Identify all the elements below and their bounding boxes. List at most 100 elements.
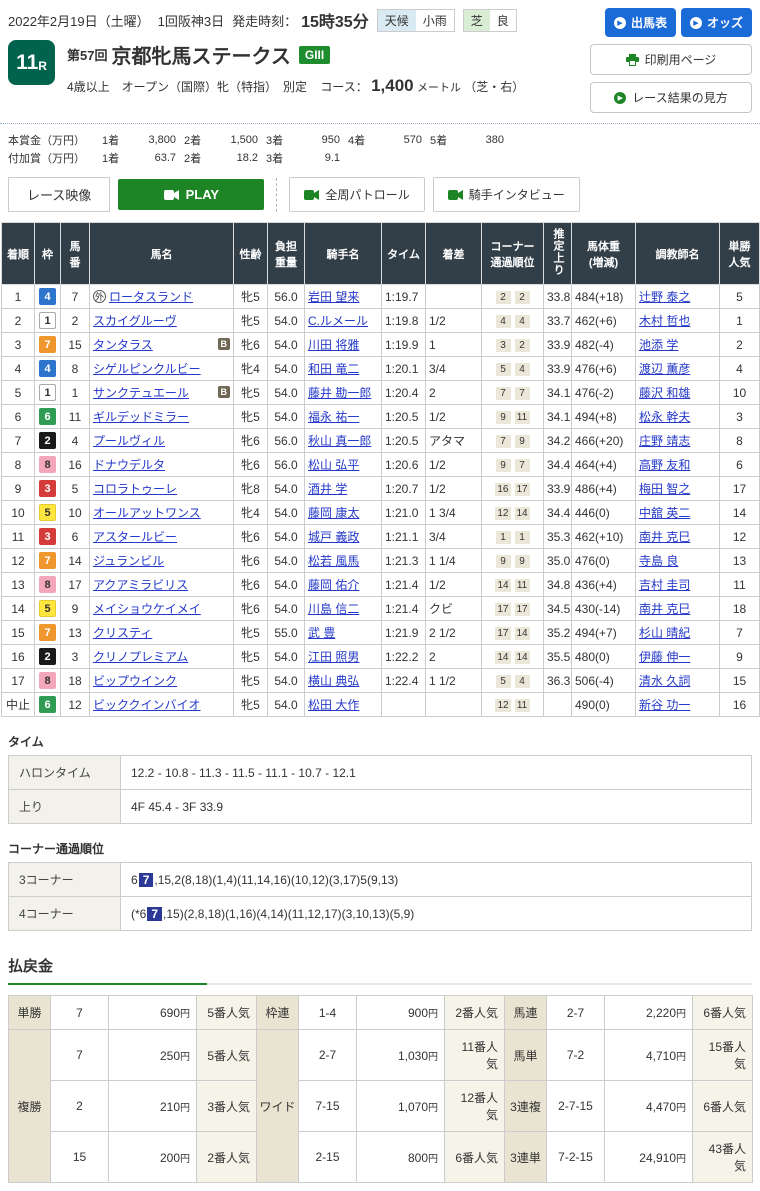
sex-age: 牝5 (233, 404, 268, 429)
video-camera-icon (447, 189, 463, 200)
payout-amount: 2,220円 (604, 995, 693, 1030)
corner-positions: 99 (481, 548, 544, 573)
jockey-link[interactable]: 和田 竜二 (308, 362, 359, 376)
horse-name-link[interactable]: ビッククインバイオ (93, 698, 201, 712)
play-button[interactable]: PLAY (118, 179, 265, 210)
trainer-link[interactable]: 南井 克巳 (639, 530, 690, 544)
results-col-header: 推定上り (543, 222, 572, 285)
jockey-cell: 和田 竜二 (304, 356, 382, 381)
corner3-position: 5 (495, 675, 511, 688)
jockey-link[interactable]: 岩田 望来 (308, 290, 359, 304)
horse-name-link[interactable]: スカイグルーヴ (93, 314, 177, 328)
jockey-link[interactable]: 秋山 真一郎 (308, 434, 371, 448)
jockey-link[interactable]: 武 豊 (308, 626, 335, 640)
corner3-position: 1 (495, 531, 511, 544)
horse-name-link[interactable]: サンクテュエール (93, 386, 189, 400)
win-popularity: 14 (719, 500, 760, 525)
horse-name-link[interactable]: オールアットワンス (93, 506, 201, 520)
jockey-link[interactable]: 藤岡 佑介 (308, 578, 359, 592)
trainer-link[interactable]: 伊藤 伸一 (639, 650, 690, 664)
waku-badge: 2 (39, 648, 56, 665)
horse-name-link[interactable]: ジュランビル (93, 554, 164, 568)
last-3f-time: 33.9 (543, 332, 572, 357)
trainer-link[interactable]: 吉村 圭司 (639, 578, 690, 592)
trainer-link[interactable]: 渡辺 薫彦 (639, 362, 690, 376)
jockey-link[interactable]: 川島 信二 (308, 602, 359, 616)
jockey-link[interactable]: 藤井 勘一郎 (308, 386, 371, 400)
waku-cell: 5 (34, 500, 61, 525)
horse-name-link[interactable]: コロラトゥーレ (93, 482, 177, 496)
horse-name-link[interactable]: クリノプレミアム (93, 650, 188, 664)
horse-name-link[interactable]: タンタラス (93, 338, 153, 352)
bet-type-label: 単勝 (8, 995, 51, 1030)
trainer-link[interactable]: 新谷 功一 (639, 698, 690, 712)
horse-name-link[interactable]: メイショウケイメイ (93, 602, 201, 616)
jockey-link[interactable]: 川田 将雅 (308, 338, 359, 352)
finish-position: 6 (1, 404, 35, 429)
patrol-video-label: 全周パトロール (325, 188, 410, 202)
blinker-badge: B (217, 386, 230, 398)
trainer-link[interactable]: 松永 幹夫 (639, 410, 690, 424)
results-guide-button[interactable]: ▶ レース結果の見方 (590, 82, 752, 113)
waku-cell: 8 (34, 668, 61, 693)
jockey-link[interactable]: 松田 大作 (308, 698, 359, 712)
trainer-link[interactable]: 中舘 英二 (639, 506, 690, 520)
jockey-link[interactable]: 藤岡 康太 (308, 506, 359, 520)
corner3-position: 9 (495, 459, 511, 472)
finish-position: 13 (1, 572, 35, 597)
horse-name-link[interactable]: アクアミラビリス (93, 578, 188, 592)
jockey-interview-button[interactable]: 騎手インタビュー (432, 177, 580, 212)
horse-name-link[interactable]: ドナウデルタ (93, 458, 165, 472)
horse-name-link[interactable]: アスタールビー (93, 530, 177, 544)
trainer-link[interactable]: 寺島 良 (639, 554, 678, 568)
video-camera-icon (304, 189, 320, 200)
margin: アタマ (425, 428, 482, 453)
trainer-link[interactable]: 梅田 智之 (639, 482, 690, 496)
horse-name-link[interactable]: ギルデッドミラー (93, 410, 189, 424)
trainer-link[interactable]: 高野 友和 (639, 458, 690, 472)
trainer-link[interactable]: 庄野 靖志 (639, 434, 690, 448)
odds-button[interactable]: ▶ オッズ (680, 8, 752, 37)
trainer-link[interactable]: 藤沢 和雄 (639, 386, 690, 400)
sex-age: 牝6 (233, 596, 268, 621)
trainer-link[interactable]: 木村 哲也 (639, 314, 690, 328)
horse-name-link[interactable]: シゲルピンクルビー (93, 362, 201, 376)
win-popularity: 3 (719, 404, 760, 429)
horse-name-link[interactable]: プールヴィル (93, 434, 165, 448)
print-page-button[interactable]: 印刷用ページ (590, 44, 752, 75)
trainer-link[interactable]: 南井 克巳 (639, 602, 690, 616)
margin (425, 692, 482, 717)
horse-weight: 494(+7) (571, 620, 636, 645)
trainer-link[interactable]: 杉山 晴紀 (639, 626, 690, 640)
going-value: 良 (489, 9, 516, 31)
waku-cell: 6 (34, 404, 61, 429)
entry-table-button[interactable]: ▶ 出馬表 (604, 8, 676, 37)
jockey-link[interactable]: C.ルメール (308, 314, 368, 328)
jockey-link[interactable]: 江田 照男 (308, 650, 359, 664)
bet-combination: 2-15 (298, 1131, 357, 1183)
prize-value: 3,800 (148, 134, 176, 146)
race-name: 京都牝馬ステークス (111, 46, 291, 68)
carried-weight: 54.0 (267, 380, 305, 405)
jockey-link[interactable]: 酒井 学 (308, 482, 347, 496)
jockey-link[interactable]: 松山 弘平 (308, 458, 359, 472)
horse-name-link[interactable]: ロータスランド (109, 290, 193, 304)
trainer-link[interactable]: 池添 学 (639, 338, 678, 352)
corner3-position: 9 (495, 411, 511, 424)
trainer-link[interactable]: 辻野 泰之 (639, 290, 690, 304)
horse-name-link[interactable]: クリスティ (93, 626, 152, 640)
corner3-position: 12 (495, 699, 511, 712)
jockey-link[interactable]: 福永 祐一 (308, 410, 359, 424)
trainer-link[interactable]: 清水 久詞 (639, 674, 690, 688)
patrol-video-button[interactable]: 全周パトロール (289, 177, 425, 212)
popularity-rank: 6番人気 (692, 995, 753, 1030)
horse-name-link[interactable]: ビップウインク (93, 674, 177, 688)
time-section-title: タイム (8, 735, 44, 749)
results-col-header: 性齢 (233, 222, 268, 285)
jockey-link[interactable]: 城戸 義政 (308, 530, 359, 544)
jockey-link[interactable]: 横山 典弘 (308, 674, 359, 688)
corner-positions: 9 11 (481, 404, 544, 429)
payout-row: 15 200円 2番人気 2-15 800円 6番人気 3連単 7-2-15 24,910円 43… (9, 1131, 753, 1183)
corner4-position: 11 (514, 411, 530, 424)
jockey-link[interactable]: 松若 風馬 (308, 554, 359, 568)
